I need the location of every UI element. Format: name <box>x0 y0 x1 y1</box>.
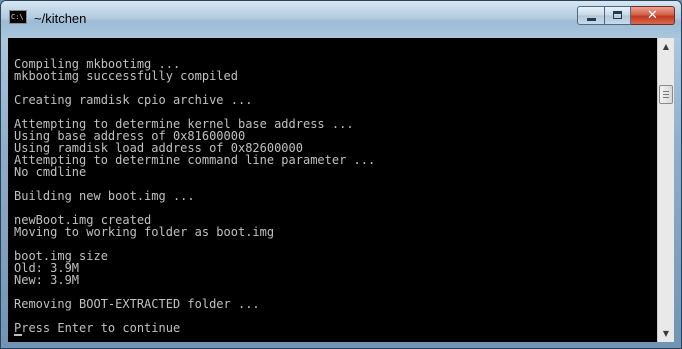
maximize-button[interactable] <box>605 6 631 25</box>
vertical-scrollbar[interactable]: ▲ ▼ <box>657 38 674 342</box>
console-window: C:\ ~/kitchen ✕ Compiling mkbootimg ... … <box>0 0 682 349</box>
grip-line <box>663 97 669 98</box>
close-button[interactable]: ✕ <box>631 6 675 25</box>
scrollbar-thumb[interactable] <box>659 85 673 104</box>
window-title: ~/kitchen <box>34 11 87 26</box>
console-output-area[interactable]: Compiling mkbootimg ... mkbootimg succes… <box>8 38 657 342</box>
caption-buttons: ✕ <box>577 6 675 25</box>
grip-line <box>663 94 669 95</box>
title-bar[interactable]: C:\ ~/kitchen ✕ <box>1 1 681 38</box>
console-icon[interactable]: C:\ <box>9 10 27 24</box>
console-text: Compiling mkbootimg ... mkbootimg succes… <box>14 57 376 335</box>
maximize-icon <box>613 11 622 19</box>
text-cursor <box>14 334 22 336</box>
scroll-down-arrow-icon[interactable]: ▼ <box>658 325 674 342</box>
minimize-icon <box>587 18 596 21</box>
close-icon: ✕ <box>647 8 658 23</box>
grip-line <box>663 91 669 92</box>
scroll-up-arrow-icon[interactable]: ▲ <box>658 38 674 55</box>
minimize-button[interactable] <box>577 6 605 25</box>
